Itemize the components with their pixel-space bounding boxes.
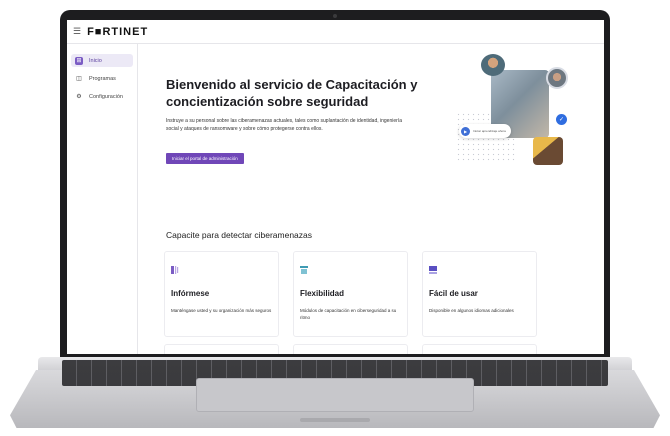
base-notch <box>300 418 370 422</box>
avatar-photo <box>533 137 563 165</box>
document-icon: ◫ <box>76 76 82 82</box>
shield-icon: ✓ <box>556 114 567 125</box>
sidebar-item-inicio[interactable]: ⊞ Inicio <box>71 54 133 67</box>
play-icon: ▶ <box>461 126 470 136</box>
feature-card[interactable]: Infórmese Manténgase usted y su organiza… <box>164 251 279 337</box>
window-icon <box>429 266 437 274</box>
hamburger-icon[interactable]: ☰ <box>73 27 81 36</box>
card-title: Flexibilidad <box>300 289 345 298</box>
laptop-scene: ☰ F■RTINET ⊞ Inicio ◫ Programas ⚙ Config… <box>0 0 670 436</box>
card-description: Módulos de capacitación en cibersegurida… <box>300 308 397 320</box>
chip-label: Iniciar aprendizaje ahora <box>473 129 506 133</box>
sidebar-item-label: Programas <box>89 75 116 82</box>
sidebar-item-label: Inicio <box>89 57 102 64</box>
feature-card[interactable] <box>422 344 537 354</box>
sidebar-item-configuracion[interactable]: ⚙ Configuración <box>71 90 133 103</box>
feature-card[interactable] <box>164 344 279 354</box>
trackpad <box>196 378 474 412</box>
feature-card[interactable] <box>293 344 408 354</box>
layers-icon <box>300 266 308 274</box>
feature-card[interactable]: Fácil de usar Disponible en algunos idio… <box>422 251 537 337</box>
intro-text: Instruye a su personal sobre las ciberam… <box>166 118 402 132</box>
gear-icon: ⚙ <box>76 94 82 100</box>
book-icon <box>171 266 179 274</box>
hero-illustration: ▶ Iniciar aprendizaje ahora ✓ <box>448 52 578 172</box>
webcam <box>333 14 337 18</box>
page-title: Bienvenido al servicio de Capacitación y… <box>166 77 418 109</box>
card-title: Infórmese <box>171 289 210 298</box>
main-content: Bienvenido al servicio de Capacitación y… <box>138 44 604 354</box>
card-title: Fácil de usar <box>429 289 478 298</box>
brand-logo[interactable]: F■RTINET <box>87 26 148 38</box>
laptop-screen: ☰ F■RTINET ⊞ Inicio ◫ Programas ⚙ Config… <box>67 20 604 354</box>
admin-portal-button[interactable]: Iniciar el portal de administración <box>166 153 244 164</box>
home-icon: ⊞ <box>75 56 83 65</box>
learning-chip: ▶ Iniciar aprendizaje ahora <box>459 124 511 138</box>
card-description: Manténgase usted y su organización más s… <box>171 308 272 313</box>
sidebar-item-label: Configuración <box>89 93 123 100</box>
top-bar: ☰ F■RTINET <box>67 20 604 44</box>
sidebar-item-programas[interactable]: ◫ Programas <box>71 72 133 85</box>
sidebar: ⊞ Inicio ◫ Programas ⚙ Configuración <box>67 44 138 354</box>
section-title: Capacite para detectar ciberamenazas <box>166 230 312 240</box>
avatar-photo <box>546 67 568 89</box>
avatar-photo <box>481 54 505 76</box>
feature-card[interactable]: Flexibilidad Módulos de capacitación en … <box>293 251 408 337</box>
card-description: Disponible en algunos idiomas adicionale… <box>429 308 514 313</box>
